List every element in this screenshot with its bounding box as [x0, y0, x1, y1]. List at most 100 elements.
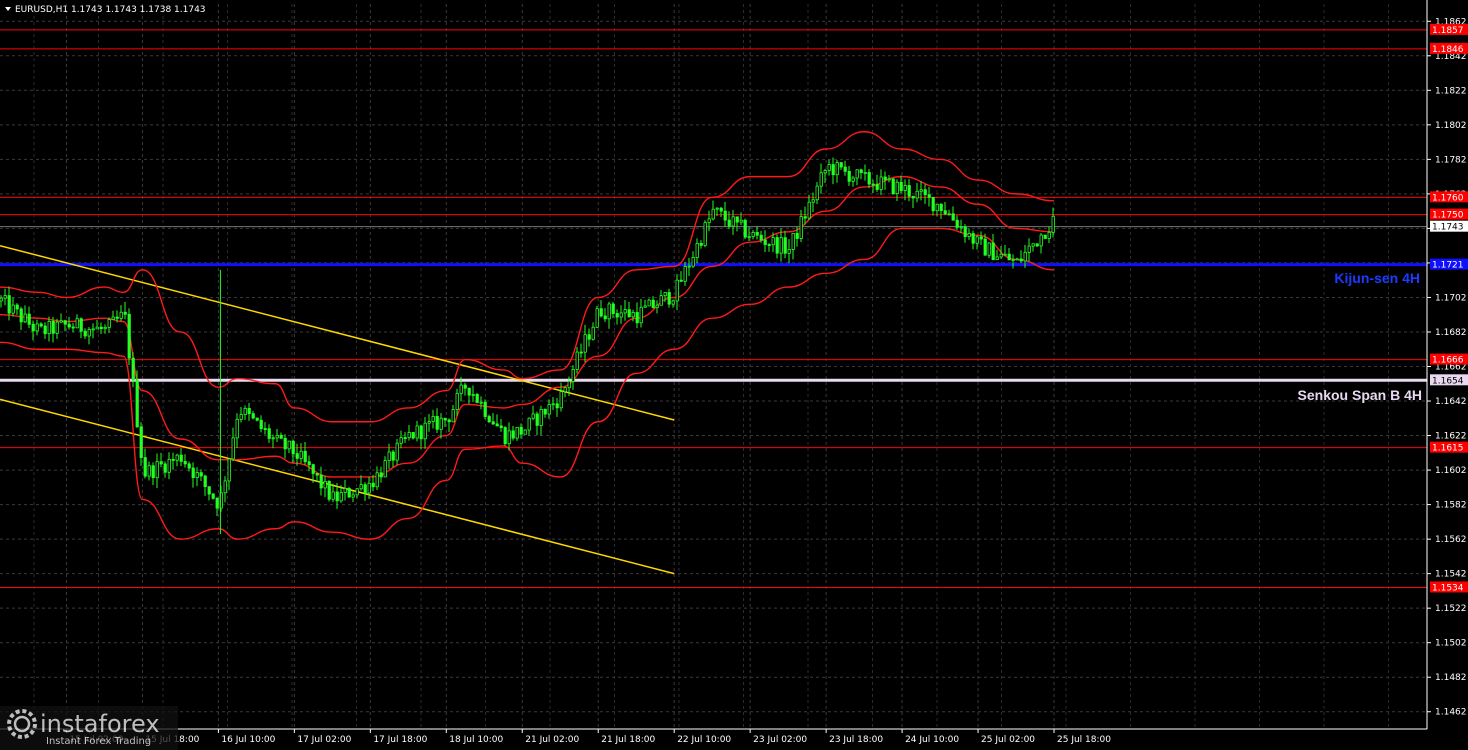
candle-body	[375, 472, 379, 488]
candle-body	[963, 226, 967, 237]
price-chart: 1.18621.18421.18221.18021.17821.17621.17…	[0, 0, 1468, 750]
candle-body	[1047, 231, 1051, 239]
candle-body	[975, 236, 979, 244]
candle-body	[359, 484, 363, 490]
candle-body	[143, 457, 147, 477]
candle-body	[699, 243, 703, 246]
x-tick-label: 22 Jul 10:00	[677, 735, 731, 745]
candle-body	[1007, 253, 1011, 261]
candle-body	[267, 428, 271, 439]
candle-body	[943, 210, 947, 215]
candle-body	[15, 304, 19, 310]
candle-body	[411, 432, 415, 439]
y-tick-label: 1.1822	[1435, 86, 1467, 96]
candle-body	[195, 472, 199, 478]
candle-body	[235, 418, 239, 439]
candle-body	[407, 432, 411, 439]
candle-body	[283, 437, 287, 450]
logo-name: instaforex	[40, 710, 160, 738]
candle-body	[399, 437, 403, 444]
candle-body	[1023, 251, 1027, 262]
candle-body	[147, 465, 151, 477]
candle-body	[123, 311, 127, 315]
candle-body	[179, 454, 183, 462]
candle-body	[159, 461, 163, 465]
candle-body	[983, 238, 987, 256]
candle-body	[259, 419, 263, 429]
candle-body	[295, 453, 299, 459]
candle-body	[247, 408, 251, 415]
candle-body	[207, 486, 211, 495]
x-tick-label: 25 Jul 18:00	[1057, 735, 1111, 745]
candle-body	[539, 408, 543, 426]
candle-body	[51, 320, 55, 334]
candle-body	[851, 177, 855, 182]
candle-body	[647, 299, 651, 307]
candle-body	[787, 248, 791, 254]
candle-body	[691, 257, 695, 267]
candle-body	[703, 222, 707, 246]
candle-body	[671, 300, 675, 305]
candle-body	[287, 440, 291, 450]
candle-body	[887, 178, 891, 181]
candle-body	[823, 170, 827, 174]
candle-body	[1051, 215, 1055, 233]
candle-body	[299, 450, 303, 459]
candle-body	[1019, 258, 1023, 262]
candle-body	[567, 380, 571, 389]
candle-body	[263, 428, 267, 430]
candle-body	[579, 351, 583, 354]
candle-body	[351, 494, 355, 498]
senkou-annotation: Senkou Span B 4H	[1298, 387, 1422, 403]
candle-body	[903, 185, 907, 191]
y-tick-label: 1.1502	[1435, 639, 1467, 649]
candle-body	[211, 493, 215, 499]
candle-body	[427, 421, 431, 424]
candle-body	[987, 242, 991, 256]
candle-body	[819, 172, 823, 187]
candle-body	[643, 305, 647, 308]
candle-body	[747, 236, 751, 238]
candle-body	[863, 172, 867, 174]
candle-body	[99, 326, 103, 330]
candle-body	[719, 207, 723, 212]
candle-body	[203, 475, 207, 488]
candle-body	[563, 387, 567, 393]
x-tick-label: 17 Jul 02:00	[297, 735, 351, 745]
x-tick-label: 18 Jul 10:00	[449, 735, 503, 745]
bollinger-lower-line	[0, 227, 1055, 540]
candle-body	[651, 299, 655, 308]
candle-body	[135, 379, 139, 428]
candle-body	[531, 413, 535, 419]
candle-body	[755, 231, 759, 236]
candle-body	[255, 417, 259, 421]
candlestick-series	[0, 157, 1055, 534]
candle-body	[495, 423, 499, 427]
candle-body	[395, 442, 399, 461]
dropdown-triangle-icon[interactable]	[5, 7, 11, 11]
candle-body	[443, 417, 447, 421]
candle-body	[55, 321, 59, 334]
candle-body	[915, 190, 919, 199]
candle-body	[39, 323, 43, 327]
candle-body	[171, 458, 175, 461]
candle-body	[551, 403, 555, 406]
candle-body	[967, 233, 971, 237]
candle-body	[11, 304, 15, 314]
candle-body	[339, 492, 343, 502]
candle-body	[127, 313, 131, 359]
candle-body	[663, 292, 667, 297]
candle-body	[731, 216, 735, 227]
candle-body	[599, 308, 603, 317]
candle-body	[415, 425, 419, 439]
candle-body	[119, 311, 123, 319]
candle-body	[955, 219, 959, 228]
trend-channel	[0, 244, 675, 575]
candle-body	[455, 392, 459, 410]
candle-body	[555, 403, 559, 409]
senkou-price-tag: 1.1654	[1432, 376, 1464, 386]
candle-body	[107, 319, 111, 328]
candle-body	[355, 488, 359, 496]
candle-body	[67, 323, 71, 328]
candle-body	[575, 351, 579, 370]
